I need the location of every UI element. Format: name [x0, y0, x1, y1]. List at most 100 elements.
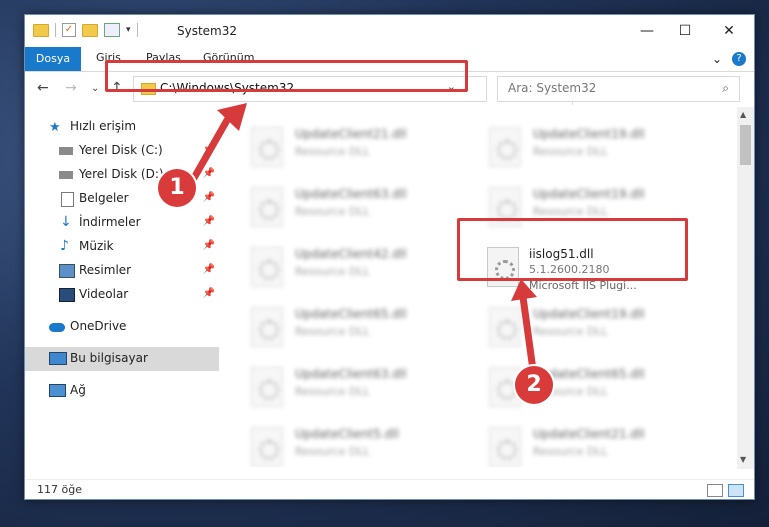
folder-icon — [33, 23, 49, 37]
details-view-icon[interactable] — [707, 484, 723, 497]
drive-icon — [59, 147, 73, 155]
scroll-thumb[interactable] — [740, 125, 751, 165]
drive-icon — [59, 171, 73, 179]
list-item[interactable]: UpdateClient21.dll Resource DLL — [243, 119, 473, 177]
file-type: Resource DLL — [533, 145, 608, 158]
customize-toolbar-icon[interactable]: ▾ — [126, 25, 131, 35]
back-button[interactable]: ← — [37, 80, 49, 96]
toolbar-divider — [136, 23, 138, 37]
sidebar-item-label: Müzik — [79, 239, 114, 253]
sidebar-item-label: Belgeler — [79, 191, 129, 205]
recent-locations-button[interactable]: ⌄ — [91, 83, 99, 94]
music-icon: ♪ — [60, 238, 69, 254]
window-title: System32 — [177, 24, 238, 38]
star-icon: ★ — [49, 120, 61, 135]
list-item[interactable]: UpdateClient63.dll Resource DLL — [243, 179, 473, 237]
tab-file[interactable]: Dosya — [25, 47, 81, 71]
status-bar: 117 öğe — [25, 479, 754, 500]
sidebar-item-label: Videolar — [79, 287, 129, 301]
videos-icon — [59, 288, 75, 302]
download-icon: ↓ — [60, 214, 72, 230]
properties-check-icon[interactable]: ✓ — [62, 23, 76, 37]
list-item[interactable]: UpdateClient5.dll Resource DLL — [243, 419, 473, 467]
sidebar-item-label: Bu bilgisayar — [70, 351, 148, 365]
pictures-icon — [59, 264, 75, 278]
sidebar-item-label: Yerel Disk (C:) — [79, 143, 163, 157]
file-name: UpdateClient42.dll — [295, 247, 407, 261]
maximize-button[interactable]: ☐ — [670, 21, 700, 41]
sidebar-item-pictures[interactable]: Resimler 📌 — [25, 259, 219, 283]
new-folder-icon[interactable] — [82, 23, 98, 37]
dll-file-icon — [251, 367, 283, 407]
dll-file-icon — [489, 427, 521, 467]
help-icon[interactable]: ? — [732, 52, 746, 66]
sidebar-item-music[interactable]: ♪ Müzik 📌 — [25, 235, 219, 259]
list-item[interactable]: UpdateClient63.dll Resource DLL — [243, 359, 473, 417]
file-type: Resource DLL — [295, 325, 370, 338]
sidebar-item-label: Yerel Disk (D:) — [79, 167, 164, 181]
list-item[interactable]: UpdateClient21.dll Resource DLL — [481, 419, 711, 467]
pin-icon[interactable]: 📌 — [203, 216, 215, 227]
scroll-up-icon[interactable]: ▲ — [740, 110, 746, 119]
file-name: UpdateClient5.dll — [295, 427, 399, 441]
file-type: Resource DLL — [295, 445, 370, 458]
forward-button[interactable]: → — [65, 80, 77, 96]
quick-access-toolbar: ✓ ▾ — [33, 23, 138, 37]
item-count: 117 öğe — [37, 483, 82, 496]
file-type: Resource DLL — [295, 385, 370, 398]
title-bar: ✓ ▾ System32 — ☐ ✕ — [25, 15, 754, 47]
documents-icon — [61, 192, 74, 207]
file-highlight-box — [457, 218, 688, 281]
list-item[interactable]: UpdateClient19.dll Resource DLL — [481, 119, 711, 177]
search-placeholder: Ara: System32 — [508, 81, 597, 95]
sidebar-item-videos[interactable]: Videolar 📌 — [25, 283, 219, 307]
tiles-view-icon[interactable] — [728, 484, 744, 497]
file-name: UpdateClient63.dll — [295, 367, 407, 381]
file-type: Resource DLL — [295, 205, 370, 218]
sidebar-item-label: Ağ — [70, 383, 86, 397]
file-type: Resource DLL — [295, 145, 370, 158]
sidebar-item-label: Resimler — [79, 263, 132, 277]
scroll-down-icon[interactable]: ▼ — [740, 455, 746, 464]
file-type: Resource DLL — [533, 445, 608, 458]
file-name: UpdateClient21.dll — [533, 427, 645, 441]
file-name: UpdateClient19.dll — [533, 187, 645, 201]
sidebar-item-label: Hızlı erişim — [70, 119, 137, 133]
vertical-scrollbar[interactable]: ▲ ▼ — [737, 107, 754, 469]
pin-icon[interactable]: 📌 — [203, 240, 215, 251]
file-name: UpdateClient19.dll — [533, 127, 645, 141]
dll-file-icon — [489, 127, 521, 167]
properties-icon[interactable] — [104, 23, 120, 37]
address-highlight-box — [105, 60, 468, 92]
close-button[interactable]: ✕ — [714, 21, 744, 41]
pin-icon[interactable]: 📌 — [203, 288, 215, 299]
sidebar-item-network[interactable]: Ağ — [25, 379, 219, 403]
search-icon: ⌕ — [722, 81, 729, 95]
dll-file-icon — [251, 427, 283, 467]
list-item[interactable]: UpdateClient65.dll Resource DLL — [243, 299, 473, 357]
pin-icon[interactable]: 📌 — [203, 264, 215, 275]
sidebar-item-onedrive[interactable]: OneDrive — [25, 315, 219, 339]
list-item[interactable]: UpdateClient42.dll Resource DLL — [243, 239, 473, 297]
computer-icon — [49, 352, 67, 365]
file-name: UpdateClient65.dll — [295, 307, 407, 321]
sidebar-item-label: OneDrive — [70, 319, 127, 333]
minimize-button[interactable]: — — [632, 21, 662, 41]
expand-ribbon-icon[interactable]: ⌄ — [712, 52, 722, 66]
step-marker-1: 1 — [158, 169, 196, 207]
file-type: Resource DLL — [295, 265, 370, 278]
step-marker-2: 2 — [515, 366, 553, 404]
cloud-icon — [49, 323, 65, 332]
file-name: UpdateClient63.dll — [295, 187, 407, 201]
file-type: Resource DLL — [533, 205, 608, 218]
dll-file-icon — [251, 307, 283, 347]
network-icon — [49, 384, 66, 397]
sidebar-item-downloads[interactable]: ↓ İndirmeler 📌 — [25, 211, 219, 235]
dll-file-icon — [251, 247, 283, 287]
toolbar-divider — [55, 23, 56, 37]
search-box[interactable]: Ara: System32 ⌕ — [497, 76, 740, 102]
file-list: UpdateClient21.dll Resource DLL UpdateCl… — [219, 107, 739, 467]
sidebar-item-this-pc[interactable]: Bu bilgisayar — [25, 347, 219, 371]
file-name: UpdateClient21.dll — [295, 127, 407, 141]
sidebar-item-label: İndirmeler — [79, 215, 141, 229]
